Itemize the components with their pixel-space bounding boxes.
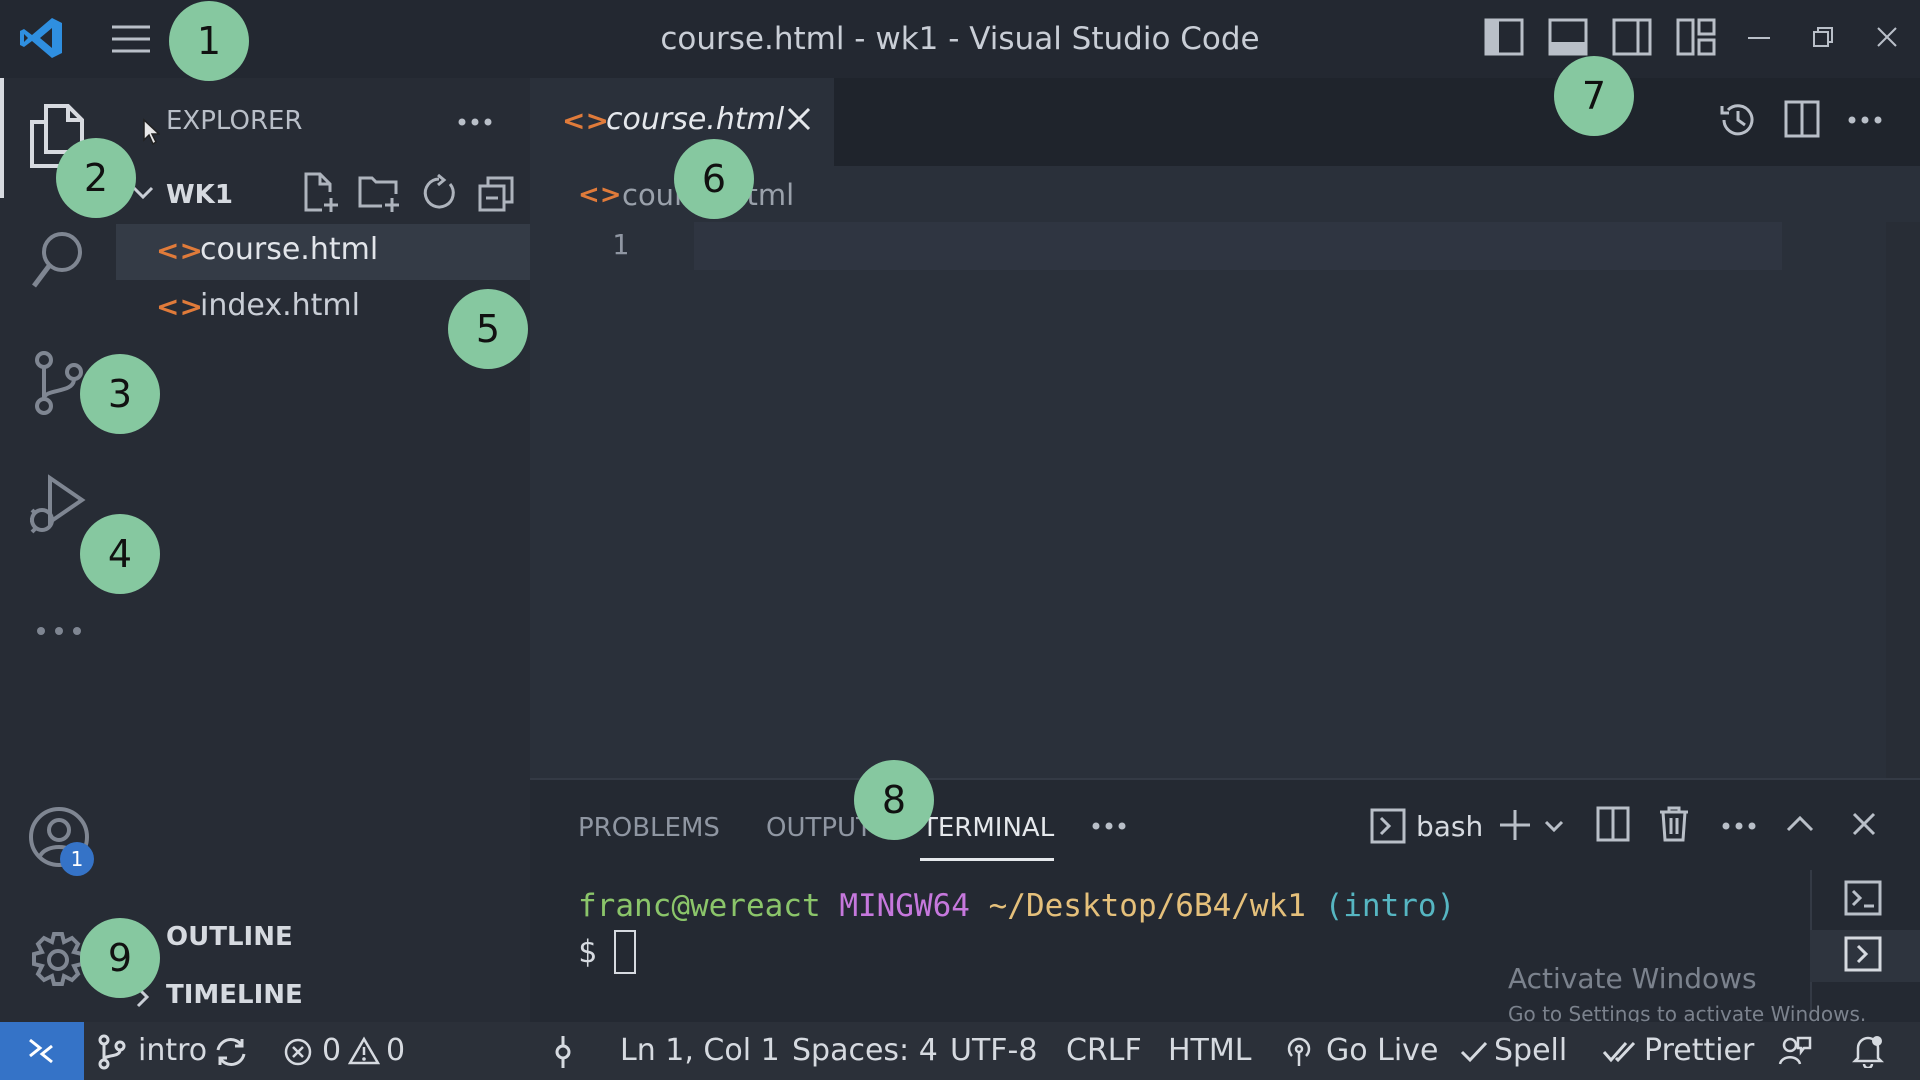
status-prettier[interactable]: Prettier [1644,1022,1754,1080]
activate-windows-title: Activate Windows [1508,962,1757,995]
html-file-icon: <> [156,234,203,267]
callout-2: 2 [56,138,136,218]
status-branch[interactable]: intro [138,1022,207,1080]
refresh-explorer-icon[interactable] [420,174,458,212]
file-name: index.html [200,288,360,323]
current-line-highlight [694,222,1782,270]
file-name: course.html [200,232,379,267]
status-language[interactable]: HTML [1168,1022,1251,1080]
status-warnings-count[interactable]: 0 [386,1022,405,1080]
panel-more-icon[interactable] [1092,822,1126,830]
spell-check-icon[interactable] [1460,1040,1488,1064]
toggle-panel-icon[interactable] [1548,18,1588,56]
callout-4: 4 [80,514,160,594]
source-control-icon[interactable] [34,350,84,416]
terminal-path: ~/Desktop/6B4/wk1 [988,888,1306,924]
prettier-check-icon[interactable] [1602,1040,1636,1064]
terminal-instance-icon[interactable] [1844,880,1882,916]
tab-label: course.html [606,102,785,137]
close-window-icon[interactable] [1876,26,1898,48]
activity-active-indicator [0,78,4,198]
search-icon[interactable] [30,230,86,290]
git-branch-icon[interactable] [98,1034,126,1070]
new-folder-icon[interactable] [358,172,402,214]
file-row-selected[interactable]: <> course.html [116,224,530,280]
timeline-section-header[interactable]: TIMELINE [166,980,303,1010]
timeline-history-icon[interactable] [1718,100,1758,140]
terminal-user-host: franc@wereact [578,888,821,924]
terminal-prompt-symbol: $ [578,934,597,970]
toggle-primary-sidebar-icon[interactable] [1484,18,1524,56]
active-tab-underline [920,858,1054,861]
callout-1: 1 [169,1,249,81]
commit-icon[interactable] [550,1034,576,1070]
new-terminal-icon[interactable] [1498,808,1532,842]
explorer-header: EXPLORER [166,106,303,136]
toggle-secondary-sidebar-icon[interactable] [1612,18,1652,56]
terminal-cursor [614,930,636,974]
errors-icon[interactable] [284,1038,312,1066]
terminal-prompt-line[interactable]: franc@wereact MINGW64 ~/Desktop/6B4/wk1 … [578,888,1455,924]
callout-7: 7 [1554,56,1634,136]
breadcrumb-html-icon: <> [578,180,622,210]
status-go-live[interactable]: Go Live [1326,1022,1438,1080]
split-editor-icon[interactable] [1784,100,1820,138]
remote-icon [29,1038,53,1064]
terminal-more-icon[interactable] [1722,822,1756,830]
terminal-env: MINGW64 [839,888,970,924]
customize-layout-icon[interactable] [1676,18,1716,56]
html-file-icon: <> [156,290,203,323]
callout-9: 9 [80,918,160,998]
callout-8: 8 [854,760,934,840]
restore-icon[interactable] [1812,26,1834,48]
callout-3: 3 [80,354,160,434]
terminal-shell-name[interactable]: bash [1416,810,1483,843]
accounts-badge: 1 [60,842,94,876]
terminal-instance-icon[interactable] [1844,936,1882,972]
warnings-icon[interactable] [348,1036,380,1066]
explorer-more-icon[interactable] [458,118,492,126]
status-errors-count[interactable]: 0 [322,1022,341,1080]
callout-5: 5 [448,289,528,369]
run-debug-icon[interactable] [28,474,88,538]
status-cursor-position[interactable]: Ln 1, Col 1 [620,1022,780,1080]
kill-terminal-trash-icon[interactable] [1658,806,1690,842]
close-tab-icon[interactable] [786,106,812,132]
feedback-icon[interactable] [1778,1034,1812,1068]
collapse-folders-icon[interactable] [478,174,516,212]
status-spell[interactable]: Spell [1494,1022,1567,1080]
explorer-sidebar [116,78,530,1022]
minimize-icon[interactable] [1748,36,1772,40]
remote-indicator[interactable] [0,1022,84,1080]
status-encoding[interactable]: UTF-8 [950,1022,1037,1080]
mouse-cursor-icon [142,118,160,146]
terminal-branch: (intro) [1324,888,1456,924]
editor-more-icon[interactable] [1848,116,1882,124]
notifications-bell-icon[interactable] [1852,1034,1884,1068]
panel-tab-problems[interactable]: PROBLEMS [578,808,720,848]
outline-section-header[interactable]: OUTLINE [166,922,293,952]
split-terminal-icon[interactable] [1596,806,1630,842]
settings-gear-icon[interactable] [28,930,88,990]
go-live-broadcast-icon[interactable] [1284,1036,1314,1068]
line-number: 1 [612,228,629,261]
more-views-icon[interactable] [36,626,82,636]
terminal-input-line[interactable]: $ [578,934,597,970]
sync-icon[interactable] [214,1036,248,1068]
close-panel-icon[interactable] [1852,812,1876,836]
new-file-icon[interactable] [302,172,340,214]
html-file-icon: <> [562,104,609,137]
status-eol[interactable]: CRLF [1066,1022,1142,1080]
callout-6: 6 [674,139,754,219]
folder-chevron-down-icon[interactable] [132,186,154,200]
maximize-panel-chevron-up-icon[interactable] [1786,814,1814,832]
terminal-dropdown-chevron-icon[interactable] [1544,820,1564,832]
status-indentation[interactable]: Spaces: 4 [792,1022,938,1080]
panel-tab-terminal[interactable]: TERMINAL [922,808,1054,848]
folder-name[interactable]: WK1 [166,180,233,210]
scrollbar-vertical[interactable] [1886,222,1920,778]
terminal-shell-icon [1370,808,1406,844]
